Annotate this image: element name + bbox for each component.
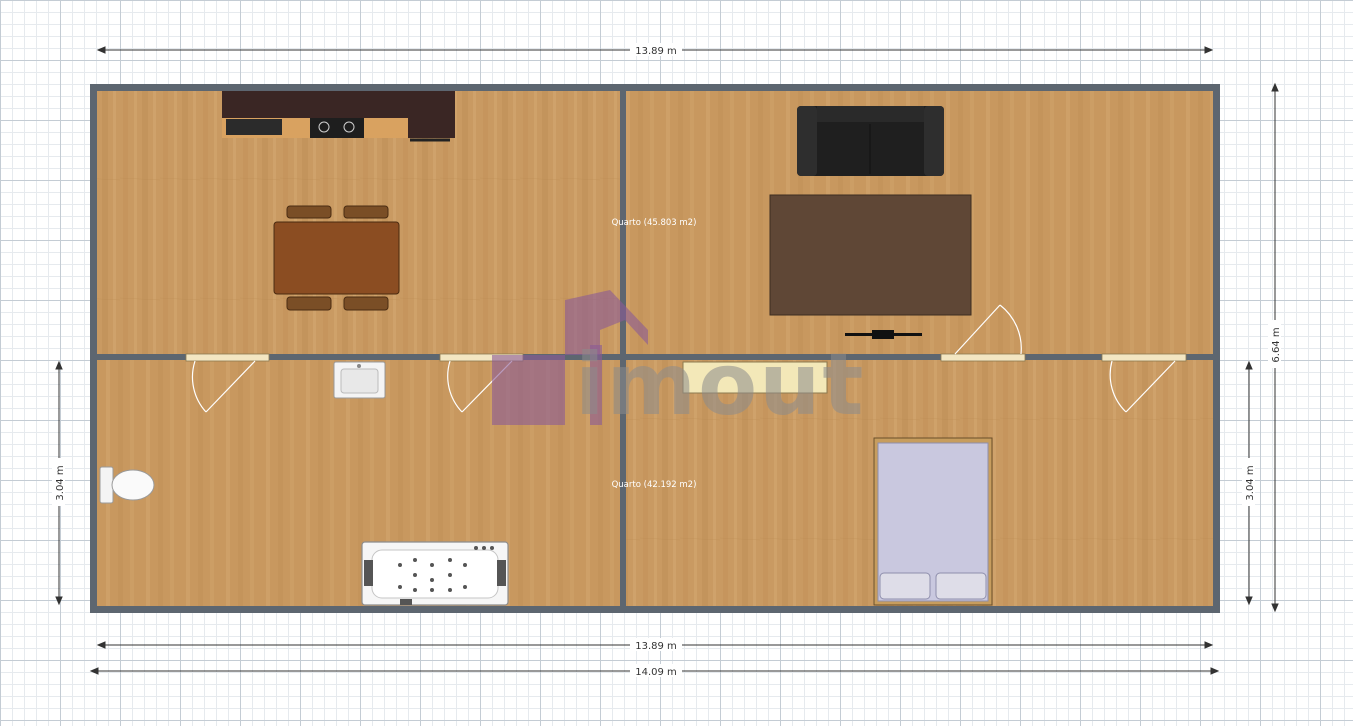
dim-bottom-outer-width: 14.09 m (635, 667, 677, 678)
sink-icon (226, 119, 282, 135)
dim-left-lower-height: 3.04 m (55, 465, 66, 500)
sofa (797, 106, 944, 176)
wall-bottom (90, 606, 1220, 613)
dim-top-width: 13.89 m (635, 46, 677, 57)
bathtub (361, 541, 509, 606)
room-label-upper: Quarto (45.803 m2) (612, 218, 697, 228)
kitchen-counter (222, 91, 455, 142)
room-label-lower: Quarto (42.192 m2) (612, 480, 697, 490)
dining-table (273, 205, 400, 311)
watermark-text: imout (575, 335, 866, 435)
dim-bottom-inner-width: 13.89 m (635, 641, 677, 652)
bed (873, 437, 993, 606)
bathroom-sink (333, 361, 386, 399)
dim-right-lower-height: 3.04 m (1245, 465, 1256, 500)
wall-right (1213, 84, 1220, 613)
rug (769, 194, 972, 316)
wall-top (90, 84, 1220, 91)
wall-left (90, 84, 97, 613)
floor-plan: Quarto (45.803 m2) Quarto (42.192 m2) im… (52, 43, 1282, 678)
dim-right-height: 6.64 m (1271, 327, 1282, 362)
